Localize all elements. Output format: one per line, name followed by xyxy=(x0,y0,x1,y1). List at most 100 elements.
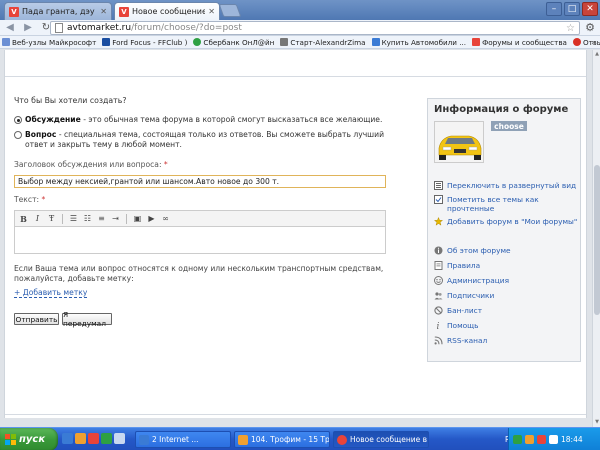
bold-icon[interactable]: B xyxy=(18,213,29,224)
close-window-button[interactable]: ✕ xyxy=(582,2,598,16)
windows-logo-icon xyxy=(5,434,16,445)
tab-close-icon[interactable]: ✕ xyxy=(208,7,215,16)
cancel-button[interactable]: Я передумал xyxy=(62,310,112,328)
sidebar-link-rss[interactable]: RSS-канал xyxy=(434,336,487,345)
window-controls: – □ ✕ xyxy=(546,2,598,16)
taskbar-item-player[interactable]: 104. Трофим - 15 Тр... xyxy=(234,431,330,448)
forum-info-title: Информация о форуме xyxy=(434,104,569,115)
numbered-list-icon[interactable]: ☷ xyxy=(82,213,93,224)
title-label: Заголовок обсуждения или вопроса: * xyxy=(14,160,168,169)
bulleted-list-icon[interactable]: ☰ xyxy=(68,213,79,224)
svg-text:i: i xyxy=(437,322,440,330)
forum-name-badge[interactable]: choose xyxy=(491,121,527,131)
tab-lada-granta[interactable]: V Пада гранта, дэу нексия и ✕ xyxy=(4,2,112,20)
yellow-car-icon xyxy=(435,122,483,162)
strikethrough-icon[interactable]: Ŧ xyxy=(46,213,57,224)
scroll-up-icon[interactable]: ▲ xyxy=(594,51,600,57)
page-icon xyxy=(55,23,63,33)
scrollbar-thumb[interactable] xyxy=(594,165,600,315)
ie-icon[interactable] xyxy=(62,433,73,444)
submit-button[interactable]: Отправить xyxy=(14,313,59,325)
scroll-down-icon[interactable]: ▼ xyxy=(594,419,600,425)
sidebar-link-admin[interactable]: Администрация xyxy=(434,276,509,285)
wrench-menu-icon[interactable]: ⚙ xyxy=(585,21,595,34)
start-button[interactable]: пуск xyxy=(0,428,58,450)
toolbar-separator xyxy=(62,213,63,224)
tab-new-post[interactable]: V Новое сообщение в форум ✕ xyxy=(114,2,220,20)
italic-icon[interactable]: I xyxy=(32,213,43,224)
bookmark-item[interactable]: Веб-узлы Майкрософт xyxy=(2,38,96,47)
create-type-question: Что бы Вы хотели создать? xyxy=(14,96,127,105)
sidebar-link-subscribers[interactable]: Подписчики xyxy=(434,291,494,300)
expand-icon xyxy=(434,181,443,190)
bookmark-label: Ford Focus - FFClub ) xyxy=(112,37,188,47)
add-star-icon xyxy=(434,217,443,226)
minimize-button[interactable]: – xyxy=(546,2,562,16)
rss-icon xyxy=(434,336,443,345)
title-input[interactable]: Выбор между нексией,грантой или шансом.А… xyxy=(14,175,386,188)
bookmark-item[interactable]: Сбербанк ОнЛ@йн xyxy=(193,38,274,47)
bookmark-item[interactable]: Форумы и сообщества xyxy=(472,38,567,47)
bookmark-label: Форумы и сообщества xyxy=(482,37,567,47)
bookmarks-overflow-button[interactable]: » xyxy=(591,38,596,47)
media-player-icon xyxy=(238,434,248,445)
option-discussion-text: Обсуждение - это обычная тема форума в к… xyxy=(25,115,383,124)
browser-toolbar: ◀ ▶ ↻ avtomarket.ru/forum/choose/?do=pos… xyxy=(0,20,600,36)
app-icon[interactable] xyxy=(101,433,112,444)
tray-app-icon[interactable] xyxy=(525,435,534,444)
bookmark-label: Веб-узлы Майкрософт xyxy=(12,37,97,47)
system-tray: 18:44 xyxy=(508,428,600,450)
bookmarks-bar: Веб-узлы Майкрософт Ford Focus - FFClub … xyxy=(0,36,600,49)
post-text-area[interactable] xyxy=(14,227,386,254)
radio-discussion[interactable] xyxy=(14,116,22,124)
sidebar-action-expand[interactable]: Переключить в развернутый вид xyxy=(434,181,576,190)
ford-icon xyxy=(102,38,111,46)
bookmark-star-icon[interactable]: ☆ xyxy=(566,23,575,34)
address-bar[interactable]: avtomarket.ru/forum/choose/?do=post ☆ xyxy=(50,21,580,35)
sidebar-action-mark-read[interactable]: Пометить все темы как прочтенные xyxy=(434,195,574,213)
info-icon xyxy=(434,246,443,255)
bookmark-item[interactable]: Купить Автомобили ... xyxy=(371,38,466,47)
chrome-icon[interactable] xyxy=(88,433,99,444)
tab-title: Новое сообщение в форум xyxy=(132,7,206,16)
forward-arrow-icon[interactable]: ▶ xyxy=(22,22,34,33)
ie-icon xyxy=(2,38,10,46)
ban-icon xyxy=(434,306,443,315)
image-icon[interactable]: ▣ xyxy=(132,213,143,224)
maximize-button[interactable]: □ xyxy=(564,2,580,16)
back-arrow-icon[interactable]: ◀ xyxy=(4,22,16,33)
url-path: /forum/choose/?do=post xyxy=(131,23,242,33)
site-favicon-icon: V xyxy=(9,6,19,17)
volume-icon[interactable] xyxy=(549,435,558,444)
admin-icon xyxy=(434,276,443,285)
tray-app-icon[interactable] xyxy=(513,435,522,444)
media-icon[interactable] xyxy=(75,433,86,444)
link-icon[interactable]: ∞ xyxy=(160,213,171,224)
video-icon[interactable]: ▶ xyxy=(146,213,157,224)
tray-app-icon[interactable] xyxy=(537,435,546,444)
radio-question[interactable] xyxy=(14,131,22,139)
align-icon[interactable]: ≡ xyxy=(96,213,107,224)
taskbar-item-internet[interactable]: 2 Internet ... xyxy=(135,431,231,448)
sidebar-link-help[interactable]: i Помощь xyxy=(434,321,479,330)
sidebar-action-add-favorite[interactable]: Добавить форум в "Мои форумы" xyxy=(434,217,577,226)
sidebar-link-rules[interactable]: Правила xyxy=(434,261,480,270)
tab-title: Пада гранта, дэу нексия и xyxy=(22,7,97,16)
add-tag-link[interactable]: + Добавить метку xyxy=(14,288,88,298)
sidebar-link-about[interactable]: Об этом форуме xyxy=(434,246,511,255)
quick-launch xyxy=(62,433,125,444)
avtomarket-icon xyxy=(472,38,481,46)
indent-icon[interactable]: ⇥ xyxy=(110,213,121,224)
page-scrollbar[interactable]: ▲ ▼ xyxy=(592,50,600,427)
bookmark-item[interactable]: Ford Focus - FFClub ) xyxy=(102,38,187,47)
taskbar-item-chrome[interactable]: Новое сообщение в ... xyxy=(333,431,429,448)
bookmark-item[interactable]: Старт-AlexandrZima xyxy=(280,38,366,47)
cars-icon xyxy=(371,38,380,46)
subscribers-icon xyxy=(434,292,443,300)
new-tab-button[interactable] xyxy=(218,4,242,17)
toolbar-separator xyxy=(126,213,127,224)
desktop-icon[interactable] xyxy=(114,433,125,444)
sidebar-link-banlist[interactable]: Бан-лист xyxy=(434,306,482,315)
tab-close-icon[interactable]: ✕ xyxy=(100,7,107,16)
page-icon xyxy=(280,38,289,46)
